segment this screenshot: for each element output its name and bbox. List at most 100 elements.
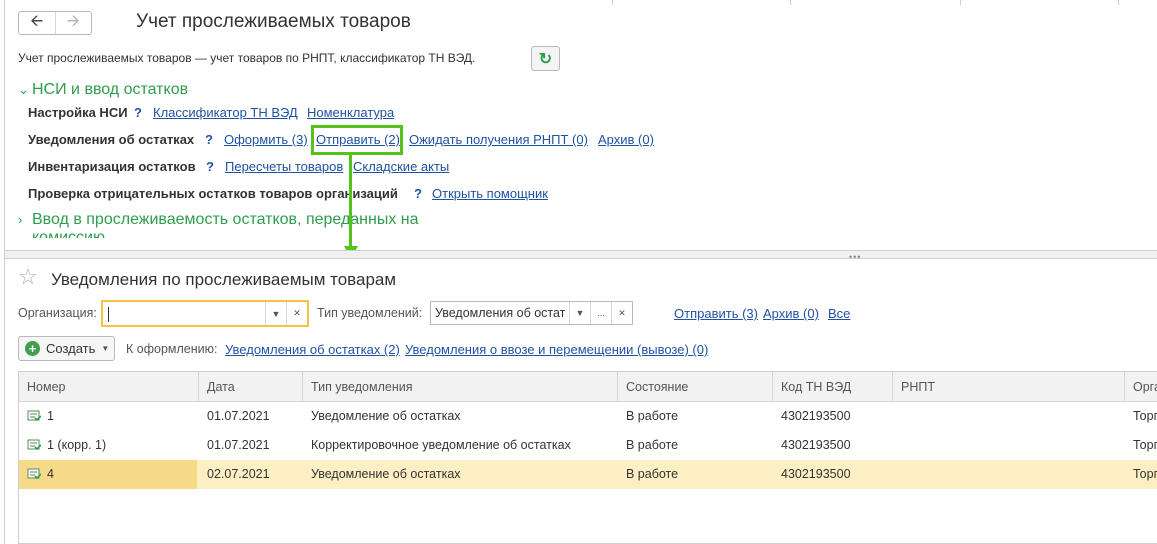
organization-input[interactable]: [103, 302, 265, 325]
arrow-left-icon: 🡨: [30, 12, 44, 30]
nomenclature-link[interactable]: Номенклатура: [307, 105, 394, 120]
nsi-help-icon[interactable]: ?: [134, 105, 142, 120]
row-type: Корректировочное уведомление об остатках: [311, 438, 571, 452]
row-organization: Торг: [1133, 409, 1157, 423]
row-rnpt: [893, 402, 1125, 431]
organization-clear-button[interactable]: ✕: [286, 302, 307, 325]
document-posted-icon: [27, 410, 41, 422]
nsi-setup-label: Настройка НСИ: [28, 105, 128, 120]
column-type[interactable]: Тип уведомления: [303, 372, 618, 402]
stock-notifications-link[interactable]: Уведомления об остатках (2): [225, 342, 400, 357]
column-organization[interactable]: Орга: [1125, 372, 1157, 402]
notifications-label: Уведомления об остатках: [28, 132, 195, 147]
inventory-label: Инвентаризация остатков: [28, 159, 196, 174]
archive-link[interactable]: Архив (0): [598, 132, 654, 147]
nsi-group-header[interactable]: ⌄ НСИ и ввод остатков: [18, 81, 188, 99]
notification-type-label: Тип уведомлений:: [317, 306, 423, 320]
negative-check-help-icon[interactable]: ?: [414, 186, 422, 201]
close-icon: ✕: [618, 307, 626, 318]
organization-label: Организация:: [18, 306, 97, 320]
to-process-label: К оформлению:: [126, 342, 218, 356]
chevron-down-icon: ▼: [271, 308, 281, 319]
notification-type-select-button[interactable]: ...: [590, 302, 611, 324]
document-posted-icon: [27, 468, 41, 480]
close-icon: ✕: [293, 308, 301, 318]
refresh-icon: ↻: [538, 50, 553, 68]
row-type: Уведомление об остатках: [311, 409, 461, 423]
chevron-down-icon: ▼: [575, 308, 585, 318]
filter-all-link[interactable]: Все: [828, 306, 850, 321]
row-organization: Торг: [1133, 438, 1157, 452]
document-posted-icon: [27, 439, 41, 451]
row-date: 01.07.2021: [207, 438, 270, 452]
plus-icon: +: [25, 341, 40, 356]
refresh-button[interactable]: ↻: [531, 46, 560, 71]
row-code: 4302193500: [781, 467, 851, 481]
splitter-grip-icon: •••: [849, 252, 862, 262]
column-rnpt[interactable]: РНПТ: [893, 372, 1125, 402]
chevron-right-icon: ›: [18, 212, 23, 227]
table-header: Номер Дата Тип уведомления Состояние Код…: [19, 372, 1157, 402]
table-row[interactable]: 1 01.07.2021 Уведомление об остатках В р…: [19, 402, 1157, 431]
back-button[interactable]: 🡨: [19, 12, 55, 34]
commission-group-header[interactable]: › Ввод в прослеживаемость остатков, перед…: [18, 211, 419, 238]
column-state[interactable]: Состояние: [618, 372, 773, 402]
row-code: 4302193500: [781, 409, 851, 423]
row-number: 1 (корр. 1): [47, 438, 107, 452]
negative-check-row: Проверка отрицательных остатков товаров …: [28, 186, 728, 202]
row-number: 1: [47, 409, 54, 423]
row-organization: Торг: [1133, 467, 1157, 481]
notification-type-input[interactable]: Уведомления об остат: [431, 302, 569, 324]
filter-archive-link[interactable]: Архив (0): [763, 306, 819, 321]
row-code: 4302193500: [781, 438, 851, 452]
panel-splitter[interactable]: [5, 250, 1157, 259]
nsi-setup-row: Настройка НСИ ? Классификатор ТН ВЭД Ном…: [28, 105, 728, 121]
table-row[interactable]: 1 (корр. 1) 01.07.2021 Корректировочное …: [19, 431, 1157, 460]
page-title: Учет прослеживаемых товаров: [136, 11, 411, 32]
notifications-help-icon[interactable]: ?: [205, 132, 213, 147]
await-rnpt-link[interactable]: Ожидать получения РНПТ (0): [409, 132, 588, 147]
row-date: 01.07.2021: [207, 409, 270, 423]
row-state: В работе: [626, 438, 679, 452]
import-notifications-link[interactable]: Уведомления о ввозе и перемещении (вывоз…: [405, 342, 708, 357]
send-link-highlight: [311, 125, 403, 155]
row-state: В работе: [626, 467, 679, 481]
create-button[interactable]: + Создать ▼: [18, 336, 115, 361]
left-border: [4, 0, 5, 544]
chevron-down-icon: ▼: [101, 344, 110, 353]
row-rnpt: [893, 460, 1125, 489]
recount-link[interactable]: Пересчеты товаров: [225, 159, 343, 174]
negative-check-label: Проверка отрицательных остатков товаров …: [28, 186, 398, 201]
table-row-selected[interactable]: 4 02.07.2021 Уведомление об остатках В р…: [19, 460, 1157, 489]
row-state: В работе: [626, 409, 679, 423]
column-number[interactable]: Номер: [19, 372, 199, 402]
star-icon[interactable]: ☆: [18, 266, 38, 288]
notifications-table: Номер Дата Тип уведомления Состояние Код…: [18, 371, 1157, 544]
arrow-right-icon: 🡪: [66, 12, 80, 30]
row-rnpt: [893, 431, 1125, 460]
row-date: 02.07.2021: [207, 467, 270, 481]
column-code[interactable]: Код ТН ВЭД: [773, 372, 893, 402]
draft-link[interactable]: Оформить (3): [224, 132, 308, 147]
notification-type-clear-button[interactable]: ✕: [611, 302, 632, 324]
classifier-link[interactable]: Классификатор ТН ВЭД: [153, 105, 298, 120]
notification-type-field[interactable]: Уведомления об остат ▼ ... ✕: [430, 301, 633, 325]
page-description: Учет прослеживаемых товаров — учет товар…: [18, 51, 476, 65]
list-title: Уведомления по прослеживаемым товарам: [51, 270, 397, 289]
inventory-help-icon[interactable]: ?: [206, 159, 214, 174]
open-assistant-link[interactable]: Открыть помощник: [432, 186, 548, 201]
filter-send-link[interactable]: Отправить (3): [674, 306, 758, 321]
ellipsis-icon: ...: [597, 308, 605, 318]
navigation-buttons: 🡨 🡪: [18, 11, 92, 35]
column-date[interactable]: Дата: [199, 372, 303, 402]
forward-button[interactable]: 🡪: [54, 12, 92, 34]
row-type: Уведомление об остатках: [311, 467, 461, 481]
chevron-down-icon: ⌄: [18, 82, 29, 97]
warehouse-acts-link[interactable]: Складские акты: [353, 159, 449, 174]
row-number: 4: [47, 467, 54, 481]
annotation-arrow-line: [349, 155, 352, 248]
inventory-row: Инвентаризация остатков ? Пересчеты това…: [28, 159, 728, 175]
organization-field[interactable]: ▼ ✕: [101, 300, 309, 327]
notification-type-dropdown-button[interactable]: ▼: [569, 302, 590, 324]
organization-dropdown-button[interactable]: ▼: [265, 302, 286, 325]
